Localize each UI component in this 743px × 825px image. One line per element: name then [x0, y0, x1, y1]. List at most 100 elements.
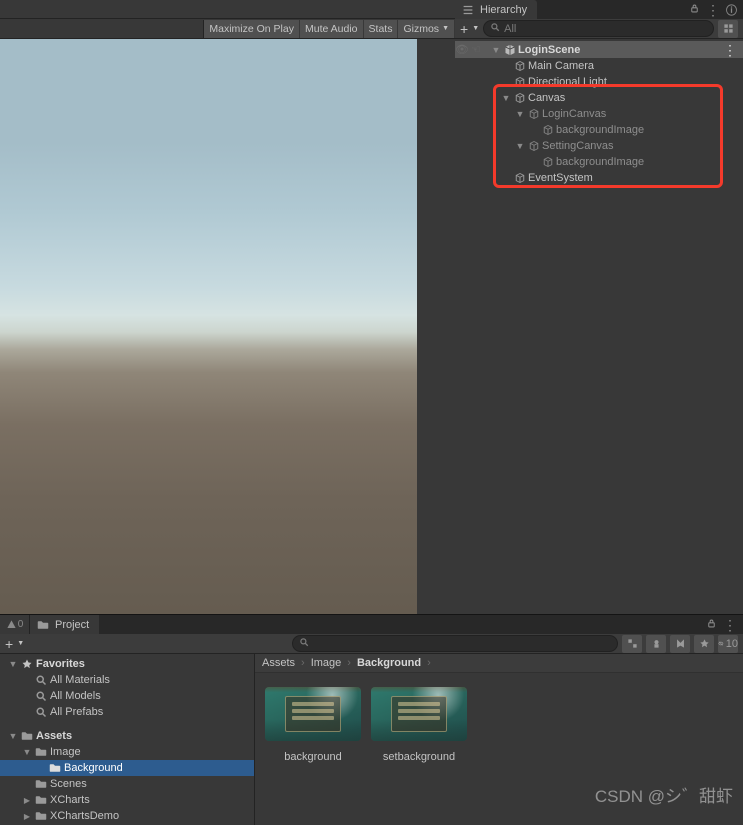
favorites-header[interactable]: Favorites: [0, 656, 254, 672]
foldout-icon[interactable]: [22, 811, 32, 821]
folder-label: XChartsDemo: [50, 810, 119, 822]
favorite-label: All Prefabs: [50, 706, 103, 718]
add-button[interactable]: +: [460, 21, 468, 37]
favorite-all-materials[interactable]: All Materials: [0, 672, 254, 688]
foldout-icon[interactable]: [501, 93, 511, 103]
tree-row-canvas[interactable]: Canvas: [455, 90, 743, 106]
crumb-assets[interactable]: Assets: [262, 657, 295, 669]
foldout-icon[interactable]: [491, 45, 501, 55]
asset-label: background: [284, 751, 342, 763]
folder-xcharts[interactable]: XCharts: [0, 792, 254, 808]
kebab-icon[interactable]: ⋮: [723, 618, 737, 632]
lock-icon[interactable]: [689, 3, 700, 17]
lock-icon[interactable]: [706, 618, 717, 632]
info-icon[interactable]: ⓘ: [726, 2, 737, 18]
breadcrumb: Assets › Image › Background ›: [255, 654, 743, 673]
folder-xchartsdemo[interactable]: XChartsDemo: [0, 808, 254, 824]
favorite-button[interactable]: [694, 635, 714, 653]
folder-background[interactable]: Background: [0, 760, 254, 776]
tree-row-label: backgroundImage: [556, 156, 644, 168]
folder-image[interactable]: Image: [0, 744, 254, 760]
mute-audio-button[interactable]: Mute Audio: [300, 20, 364, 38]
kebab-icon[interactable]: ⋮: [706, 3, 720, 17]
scene-row[interactable]: 👁 ☜ LoginScene ⋮: [455, 41, 743, 58]
asset-item-setbackground[interactable]: setbackground: [371, 687, 467, 819]
hidden-items-button[interactable]: 10: [718, 635, 738, 653]
maximize-on-play-button[interactable]: Maximize On Play: [203, 20, 300, 38]
tree-row-backgroundimage-1[interactable]: backgroundImage: [455, 122, 743, 138]
tree-row-main-camera[interactable]: Main Camera: [455, 58, 743, 74]
scene-label: LoginScene: [518, 44, 580, 56]
project-tab-bar: 0 Project ⋮: [0, 615, 743, 634]
folder-icon: [20, 730, 34, 742]
folder-label: XCharts: [50, 794, 90, 806]
search-by-label-button[interactable]: [646, 635, 666, 653]
asset-label: setbackground: [383, 751, 455, 763]
assets-header[interactable]: Assets: [0, 728, 254, 744]
breadcrumb-sep-icon: ›: [427, 657, 431, 669]
favorite-all-prefabs[interactable]: All Prefabs: [0, 704, 254, 720]
hierarchy-search[interactable]: All: [483, 20, 714, 37]
hierarchy-tab[interactable]: Hierarchy: [455, 0, 537, 19]
bottom-area: 0 Project ⋮ + ▼ 10: [0, 614, 743, 825]
gizmos-button[interactable]: Gizmos▼: [398, 20, 455, 38]
folder-icon: [48, 762, 62, 774]
search-by-type-button[interactable]: [622, 635, 642, 653]
favorite-all-models[interactable]: All Models: [0, 688, 254, 704]
project-toolbar: + ▼ 10: [0, 634, 743, 654]
folder-label: Background: [64, 762, 123, 774]
foldout-icon[interactable]: [22, 747, 32, 757]
gameobject-icon: [541, 124, 554, 137]
add-button[interactable]: +: [5, 636, 13, 652]
tree-row-settingcanvas[interactable]: SettingCanvas: [455, 138, 743, 154]
tree-row-label: SettingCanvas: [542, 140, 614, 152]
tree-row-label: backgroundImage: [556, 124, 644, 136]
tree-row-label: EventSystem: [528, 172, 593, 184]
breadcrumb-sep-icon: ›: [347, 657, 351, 669]
hidden-count-label: 10: [726, 638, 738, 650]
foldout-icon[interactable]: [515, 109, 525, 119]
chevron-down-icon[interactable]: ▼: [17, 640, 24, 647]
gameobject-icon: [541, 156, 554, 169]
folder-label: Scenes: [50, 778, 87, 790]
favorite-label: All Materials: [50, 674, 110, 686]
list-icon: [461, 3, 475, 17]
gameobject-icon: [527, 108, 540, 121]
visibility-icon[interactable]: 👁: [455, 43, 469, 56]
gameobject-icon: [513, 60, 526, 73]
search-icon: [34, 674, 48, 686]
project-search[interactable]: [292, 635, 618, 652]
crumb-background[interactable]: Background: [357, 657, 421, 669]
foldout-icon[interactable]: [8, 659, 18, 669]
stats-button[interactable]: Stats: [364, 20, 399, 38]
tree-row-eventsystem[interactable]: EventSystem: [455, 170, 743, 186]
foldout-icon[interactable]: [515, 141, 525, 151]
chevron-down-icon[interactable]: ▼: [472, 25, 479, 32]
project-tree: Favorites All Materials All Models All P…: [0, 654, 255, 825]
folder-scenes[interactable]: Scenes: [0, 776, 254, 792]
crumb-image[interactable]: Image: [311, 657, 342, 669]
asset-item-background[interactable]: background: [265, 687, 361, 819]
kebab-icon[interactable]: ⋮: [723, 43, 737, 57]
foldout-icon[interactable]: [22, 795, 32, 805]
unity-scene-icon: [503, 43, 516, 56]
save-search-button[interactable]: [670, 635, 690, 653]
search-icon: [490, 22, 500, 35]
game-view[interactable]: [0, 39, 417, 614]
chevron-down-icon: ▼: [442, 20, 449, 38]
console-warn-badge[interactable]: 0: [0, 615, 30, 634]
pickable-icon[interactable]: ☜: [471, 43, 485, 56]
tree-row-directional-light[interactable]: Directional Light: [455, 74, 743, 90]
filter-button[interactable]: [718, 20, 738, 38]
tree-row-logincanvas[interactable]: LoginCanvas: [455, 106, 743, 122]
asset-grid[interactable]: background setbackground: [255, 673, 743, 825]
project-tab[interactable]: Project: [30, 615, 99, 634]
asset-thumbnail: [371, 687, 467, 741]
tree-row-backgroundimage-2[interactable]: backgroundImage: [455, 154, 743, 170]
tree-row-label: LoginCanvas: [542, 108, 606, 120]
hierarchy-panel: Hierarchy ⋮ ⓘ + ▼ All 👁 ☜: [455, 0, 743, 614]
foldout-icon[interactable]: [8, 731, 18, 741]
asset-thumbnail: [265, 687, 361, 741]
search-icon: [34, 706, 48, 718]
assets-label: Assets: [36, 730, 72, 742]
